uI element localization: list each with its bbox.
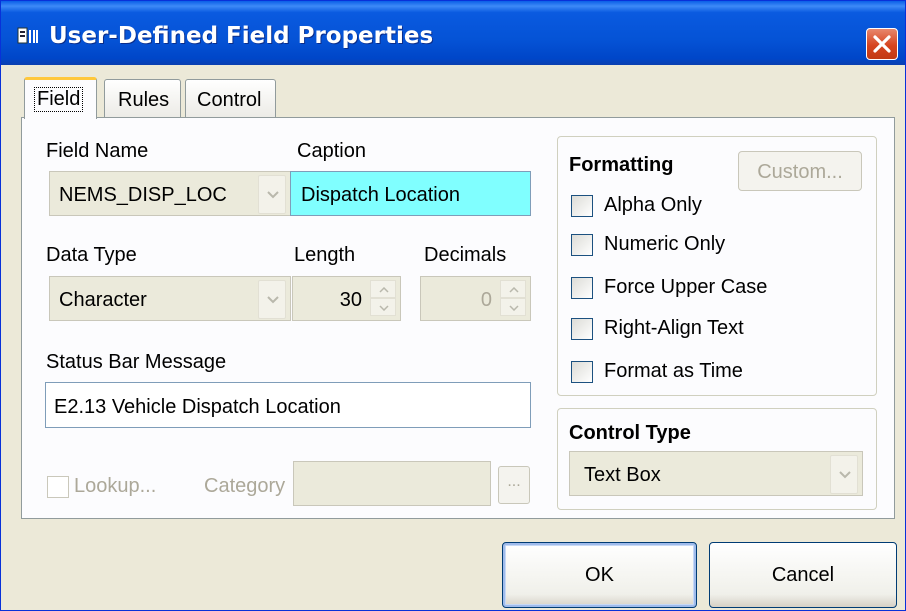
length-spin-up[interactable] — [370, 280, 396, 298]
numeric-only-label: Numeric Only — [604, 233, 726, 255]
control-type-title: Control Type — [569, 422, 691, 445]
alpha-only-label: Alpha Only — [604, 194, 702, 216]
lookup-checkbox[interactable] — [47, 476, 69, 498]
cancel-button-label: Cancel — [771, 564, 835, 586]
category-label: Category — [204, 475, 286, 497]
close-icon — [873, 35, 891, 53]
caption-value: Dispatch Location — [301, 184, 460, 206]
custom-button-label: Custom... — [757, 161, 843, 183]
dialog-window: User-Defined Field Properties Field Rule… — [0, 0, 906, 611]
decimals-spinner[interactable]: 0 — [420, 276, 531, 321]
force-upper-case-label: Force Upper Case — [604, 276, 768, 298]
tab-field[interactable]: Field — [24, 77, 97, 119]
right-align-text-label: Right-Align Text — [604, 317, 744, 339]
category-browse-button[interactable]: ... — [498, 466, 530, 504]
decimals-label: Decimals — [424, 244, 507, 266]
category-input[interactable] — [293, 461, 491, 506]
status-bar-message-label: Status Bar Message — [46, 351, 227, 373]
control-type-dropdown-arrow[interactable] — [830, 455, 858, 494]
chevron-down-icon — [267, 296, 279, 304]
length-label: Length — [294, 244, 356, 266]
title-bar[interactable]: User-Defined Field Properties — [1, 1, 905, 65]
decimals-value: 0 — [480, 289, 492, 311]
tab-field-label: Field — [33, 87, 84, 112]
close-button[interactable] — [866, 28, 898, 60]
data-type-combo[interactable]: Character — [49, 276, 291, 321]
right-align-text-checkbox[interactable] — [571, 318, 593, 340]
custom-button[interactable]: Custom... — [738, 151, 862, 191]
caption-label: Caption — [297, 140, 366, 162]
length-spin-down[interactable] — [370, 298, 396, 316]
force-upper-case-checkbox[interactable] — [571, 277, 593, 299]
field-name-label: Field Name — [46, 140, 149, 162]
chevron-down-icon — [379, 305, 389, 311]
chevron-up-icon — [509, 287, 519, 293]
chevron-down-icon — [509, 305, 519, 311]
tab-control[interactable]: Control — [185, 79, 276, 117]
field-name-combo[interactable]: NEMS_DISP_LOC — [49, 171, 291, 216]
tab-control-label: Control — [197, 89, 262, 111]
tab-rules[interactable]: Rules — [104, 79, 181, 117]
lookup-label: Lookup... — [74, 475, 157, 497]
length-value: 30 — [339, 289, 362, 311]
control-type-value: Text Box — [584, 464, 661, 486]
chevron-up-icon — [379, 287, 389, 293]
format-as-time-label: Format as Time — [604, 360, 743, 382]
decimals-spin-down[interactable] — [500, 298, 526, 316]
form-icon — [17, 27, 38, 44]
data-type-value: Character — [59, 289, 147, 311]
field-name-dropdown-arrow[interactable] — [258, 175, 286, 214]
cancel-button[interactable]: Cancel — [709, 542, 897, 608]
field-name-value: NEMS_DISP_LOC — [59, 184, 227, 206]
ok-button[interactable]: OK — [502, 542, 697, 608]
window-title: User-Defined Field Properties — [49, 23, 434, 49]
length-spinner[interactable]: 30 — [292, 276, 401, 321]
chevron-down-icon — [839, 471, 851, 479]
caption-input[interactable]: Dispatch Location — [290, 171, 531, 216]
control-type-combo[interactable]: Text Box — [569, 451, 863, 496]
decimals-spin-up[interactable] — [500, 280, 526, 298]
ok-button-label: OK — [585, 564, 614, 586]
alpha-only-checkbox[interactable] — [571, 195, 593, 217]
data-type-label: Data Type — [46, 244, 137, 266]
chevron-down-icon — [267, 191, 279, 199]
status-bar-message-value: E2.13 Vehicle Dispatch Location — [54, 396, 341, 418]
data-type-dropdown-arrow[interactable] — [258, 280, 286, 319]
tab-panel-field: Field Name NEMS_DISP_LOC Caption Dispatc… — [21, 117, 895, 519]
category-browse-label: ... — [507, 473, 521, 490]
tab-rules-label: Rules — [118, 89, 170, 111]
formatting-title: Formatting — [569, 154, 674, 177]
status-bar-message-input[interactable]: E2.13 Vehicle Dispatch Location — [45, 382, 531, 428]
numeric-only-checkbox[interactable] — [571, 234, 593, 256]
format-as-time-checkbox[interactable] — [571, 361, 593, 383]
